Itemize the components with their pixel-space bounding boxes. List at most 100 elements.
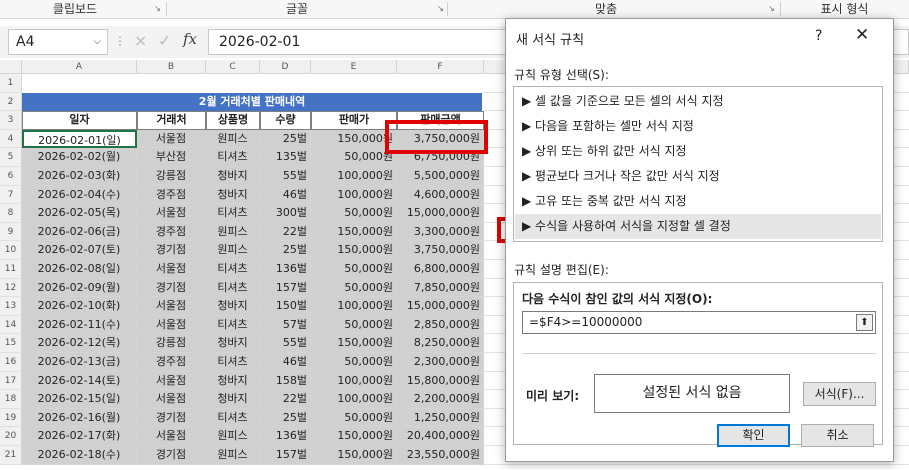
table-header-cell[interactable]: 일자 xyxy=(22,111,137,130)
table-cell[interactable]: 100,000원 xyxy=(311,167,397,186)
rule-type-item[interactable]: ▶ 고유 또는 중복 값만 서식 지정 xyxy=(515,189,881,214)
table-cell[interactable]: 서울점 xyxy=(137,371,206,391)
table-cell[interactable]: 서울점 xyxy=(137,315,206,335)
row-header-17[interactable]: 17 xyxy=(0,371,22,391)
table-cell[interactable]: 원피스 xyxy=(206,427,260,446)
table-cell[interactable]: 25벌 xyxy=(260,241,311,260)
table-cell[interactable]: 강릉점 xyxy=(137,167,206,186)
table-cell[interactable]: 청바지 xyxy=(206,185,260,205)
table-header-cell[interactable]: 상품명 xyxy=(206,111,260,130)
table-cell[interactable]: 100,000원 xyxy=(311,371,397,391)
chevron-down-icon[interactable]: ⌵ xyxy=(93,30,101,54)
table-cell[interactable]: 25벌 xyxy=(260,129,311,149)
table-cell[interactable]: 55벌 xyxy=(260,334,311,353)
table-cell[interactable]: 티셔츠 xyxy=(206,204,260,223)
table-cell[interactable]: 청바지 xyxy=(206,167,260,186)
table-cell[interactable]: 2026-02-02(월) xyxy=(22,148,137,167)
cancel-button[interactable]: 취소 xyxy=(801,424,874,447)
table-cell[interactable]: 100,000원 xyxy=(311,390,397,409)
row-header-2[interactable]: 2 xyxy=(0,92,22,112)
table-cell[interactable]: 원피스 xyxy=(206,446,260,465)
table-cell[interactable]: 부산점 xyxy=(137,148,206,167)
rule-type-list[interactable]: ▶ 셀 값을 기준으로 모든 셀의 서식 지정 ▶ 다음을 포함하는 셀만 서식… xyxy=(513,86,883,242)
table-cell[interactable]: 136벌 xyxy=(260,427,311,446)
table-cell[interactable]: 46벌 xyxy=(260,185,311,205)
table-cell[interactable]: 23,550,000원 xyxy=(397,446,484,465)
clipboard-launcher-icon[interactable]: ↘ xyxy=(153,4,162,13)
table-cell[interactable]: 2,300,000원 xyxy=(397,353,484,372)
table-cell[interactable]: 2,200,000원 xyxy=(397,390,484,409)
row-header-18[interactable]: 18 xyxy=(0,390,22,409)
table-cell[interactable]: 경기점 xyxy=(137,408,206,428)
table-cell[interactable]: 4,600,000원 xyxy=(397,185,484,205)
row-header-10[interactable]: 10 xyxy=(0,241,22,260)
row-header-13[interactable]: 13 xyxy=(0,297,22,316)
row-header-16[interactable]: 16 xyxy=(0,353,22,372)
table-cell[interactable]: 50,000원 xyxy=(311,408,397,428)
table-cell[interactable]: 서울점 xyxy=(137,427,206,446)
row-header-21[interactable]: 21 xyxy=(0,446,22,465)
table-cell[interactable]: 2026-02-12(목) xyxy=(22,334,137,353)
column-header-d[interactable]: D xyxy=(260,60,311,74)
table-cell[interactable]: 티셔츠 xyxy=(206,315,260,335)
alignment-launcher-icon[interactable]: ↘ xyxy=(767,4,776,13)
table-cell[interactable]: 150,000원 xyxy=(311,222,397,242)
table-cell[interactable]: 100,000원 xyxy=(311,297,397,316)
table-cell[interactable]: 55벌 xyxy=(260,167,311,186)
table-cell[interactable]: 서울점 xyxy=(137,297,206,316)
table-cell[interactable]: 150,000원 xyxy=(311,446,397,465)
table-cell[interactable]: 경주점 xyxy=(137,353,206,372)
row-header-11[interactable]: 11 xyxy=(0,260,22,279)
column-header-f[interactable]: F xyxy=(397,60,484,74)
table-cell[interactable]: 50,000원 xyxy=(311,278,397,298)
table-cell[interactable]: 1,250,000원 xyxy=(397,408,484,428)
row-header-3[interactable]: 3 xyxy=(0,111,22,130)
table-cell[interactable]: 2026-02-13(금) xyxy=(22,353,137,372)
row-header-12[interactable]: 12 xyxy=(0,278,22,298)
rule-formula-input[interactable]: =$F4>=10000000 ⬆ xyxy=(522,311,876,334)
table-cell[interactable]: 150,000원 xyxy=(311,334,397,353)
rule-type-item[interactable]: ▶ 셀 값을 기준으로 모든 셀의 서식 지정 xyxy=(515,89,881,114)
table-cell[interactable]: 2026-02-10(화) xyxy=(22,297,137,316)
table-cell[interactable]: 150,000원 xyxy=(311,427,397,446)
table-cell[interactable]: 2026-02-03(화) xyxy=(22,167,137,186)
table-cell[interactable]: 8,250,000원 xyxy=(397,334,484,353)
table-cell[interactable]: 2026-02-14(토) xyxy=(22,371,137,391)
row-header-20[interactable]: 20 xyxy=(0,427,22,446)
table-cell[interactable]: 46벌 xyxy=(260,353,311,372)
row-header-8[interactable]: 8 xyxy=(0,204,22,223)
row-header-14[interactable]: 14 xyxy=(0,315,22,335)
table-cell[interactable]: 2026-02-09(월) xyxy=(22,278,137,298)
table-cell[interactable]: 청바지 xyxy=(206,297,260,316)
ok-button[interactable]: 확인 xyxy=(717,424,790,447)
close-icon[interactable]: ✕ xyxy=(855,25,869,45)
table-cell[interactable]: 청바지 xyxy=(206,334,260,353)
table-cell[interactable]: 경주점 xyxy=(137,185,206,205)
table-cell[interactable]: 50,000원 xyxy=(311,353,397,372)
table-cell[interactable]: 50,000원 xyxy=(311,315,397,335)
table-cell[interactable]: 경기점 xyxy=(137,446,206,465)
table-cell[interactable]: 15,000,000원 xyxy=(397,297,484,316)
table-cell[interactable]: 서울점 xyxy=(137,204,206,223)
table-cell[interactable]: 2026-02-18(수) xyxy=(22,446,137,465)
table-cell[interactable]: 2026-02-06(금) xyxy=(22,222,137,242)
table-cell[interactable]: 티셔츠 xyxy=(206,408,260,428)
sheet-title[interactable]: 2월 거래처별 판매내역 xyxy=(22,92,482,112)
table-cell[interactable]: 5,500,000원 xyxy=(397,167,484,186)
rule-type-item[interactable]: ▶ 평균보다 크거나 작은 값만 서식 지정 xyxy=(515,164,881,189)
table-cell[interactable]: 157벌 xyxy=(260,278,311,298)
table-cell[interactable]: 157벌 xyxy=(260,446,311,465)
table-cell[interactable]: 2,850,000원 xyxy=(397,315,484,335)
table-cell[interactable]: 서울점 xyxy=(137,129,206,149)
table-cell[interactable]: 15,000,000원 xyxy=(397,204,484,223)
table-cell[interactable]: 2026-02-17(화) xyxy=(22,427,137,446)
cancel-icon[interactable]: × xyxy=(134,31,147,50)
table-cell[interactable]: 2026-02-08(일) xyxy=(22,260,137,279)
insert-function-icon[interactable]: fx xyxy=(183,30,197,48)
rule-type-item[interactable]: ▶ 상위 또는 하위 값만 서식 지정 xyxy=(515,139,881,164)
row-header-7[interactable]: 7 xyxy=(0,185,22,205)
table-cell[interactable]: 3,750,000원 xyxy=(397,241,484,260)
rule-type-item-formula-selected[interactable]: ▶ 수식을 사용하여 서식을 지정할 셀 결정 xyxy=(515,214,881,239)
column-header-c[interactable]: C xyxy=(206,60,260,74)
row-header-6[interactable]: 6 xyxy=(0,167,22,186)
